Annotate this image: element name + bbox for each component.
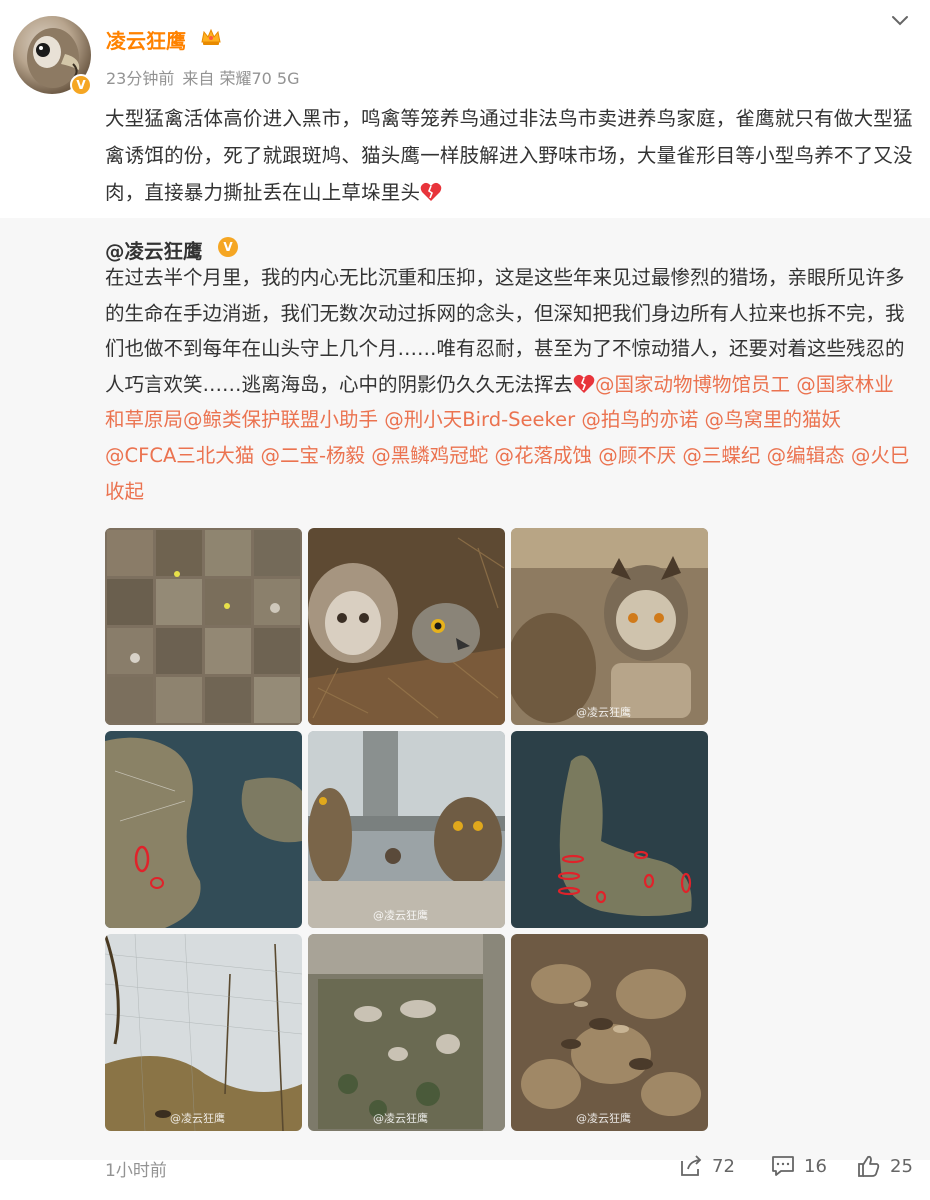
photo-hillside-nets[interactable]: @凌云狂鹰 [105, 934, 302, 1131]
like-button[interactable]: 25 [856, 1153, 913, 1179]
post-body: 大型猛禽活体高价进入黑市，鸣禽等笼养鸟通过非法鸟市卖进养鸟家庭，雀鹰就只有做大型… [105, 107, 913, 204]
mention-link[interactable]: @黑鳞鸡冠蛇 [371, 444, 488, 467]
comment-count: 16 [804, 1155, 827, 1177]
photo-long-eared-owl[interactable]: @凌云狂鹰 [511, 528, 708, 725]
mention-link[interactable]: @拍鸟的亦诺 [581, 408, 698, 431]
photo-watermark: @凌云狂鹰 [576, 706, 631, 719]
vip-crown-icon [201, 28, 221, 45]
collapse-link[interactable]: 收起 [105, 480, 144, 503]
post-text: 大型猛禽活体高价进入黑市，鸣禽等笼养鸟通过非法鸟市卖进养鸟家庭，雀鹰就只有做大型… [105, 100, 915, 211]
mention-link[interactable]: @顾不厌 [598, 444, 676, 467]
repost-block[interactable]: @凌云狂鹰 V 在过去半个月里，我的内心无比沉重和压抑，这是这些年来见过最惨烈的… [0, 218, 930, 1160]
like-count: 25 [890, 1155, 913, 1177]
photo-watermark: @凌云狂鹰 [373, 909, 428, 922]
chevron-down-icon[interactable] [890, 10, 910, 30]
photo-watermark: @凌云狂鹰 [373, 1112, 428, 1125]
photo-owls-on-pine-needles[interactable] [308, 528, 505, 725]
share-count: 72 [712, 1155, 735, 1177]
repost-text: 在过去半个月里，我的内心无比沉重和压抑，这是这些年来见过最惨烈的猎场，亲眼所见许… [105, 260, 910, 509]
mention-link[interactable]: @火巳 [851, 444, 910, 467]
mention-link[interactable]: @鸟窝里的猫妖 [705, 408, 842, 431]
photo-owls-by-window[interactable]: @凌云狂鹰 [308, 731, 505, 928]
image-grid: @凌云狂鹰 @凌云狂鹰 @凌云狂鹰 @凌云狂鹰 @凌云狂鹰 [105, 528, 709, 1132]
verified-badge-icon: V [70, 74, 92, 96]
mention-link[interactable]: @鲸类保护联盟小助手 [183, 408, 378, 431]
share-icon [681, 1155, 702, 1176]
verified-badge-icon: V [218, 237, 238, 257]
broken-heart-icon [573, 374, 595, 393]
mention-link[interactable]: @三蝶纪 [682, 444, 760, 467]
mention-link[interactable]: @花落成蚀 [494, 444, 592, 467]
photo-satellite-map[interactable] [105, 731, 302, 928]
photo-satellite-map[interactable] [511, 731, 708, 928]
photo-birds-in-box[interactable]: @凌云狂鹰 [308, 934, 505, 1131]
username[interactable]: 凌云狂鹰 [106, 25, 186, 54]
mention-link[interactable]: @刑小天Bird-Seeker [384, 408, 575, 431]
comment-button[interactable]: 16 [770, 1153, 827, 1179]
mention-link[interactable]: @CFCA三北大猫 [105, 444, 254, 467]
post-source: 来自 荣耀70 5G [182, 69, 300, 88]
footer-time[interactable]: 1小时前 [105, 1156, 167, 1181]
broken-heart-icon [420, 182, 442, 201]
weibo-post-card: V 凌云狂鹰 23分钟前 来自 荣耀70 5G 大型猛禽活体高价进入黑市，鸣禽等笼… [0, 0, 930, 1200]
photo-collage[interactable] [105, 528, 302, 725]
post-time[interactable]: 23分钟前 [106, 69, 174, 88]
mention-link[interactable]: @编辑态 [767, 444, 845, 467]
like-icon [858, 1155, 880, 1177]
photo-watermark: @凌云狂鹰 [576, 1112, 631, 1125]
comment-icon [772, 1156, 794, 1176]
photo-feathers-pile[interactable]: @凌云狂鹰 [511, 934, 708, 1131]
share-button[interactable]: 72 [678, 1153, 735, 1179]
mention-link[interactable]: @国家动物博物馆员工 [595, 373, 790, 396]
mention-link[interactable]: @二宝-杨毅 [261, 444, 366, 467]
post-meta: 23分钟前 来自 荣耀70 5G [106, 65, 308, 89]
photo-watermark: @凌云狂鹰 [170, 1112, 225, 1125]
